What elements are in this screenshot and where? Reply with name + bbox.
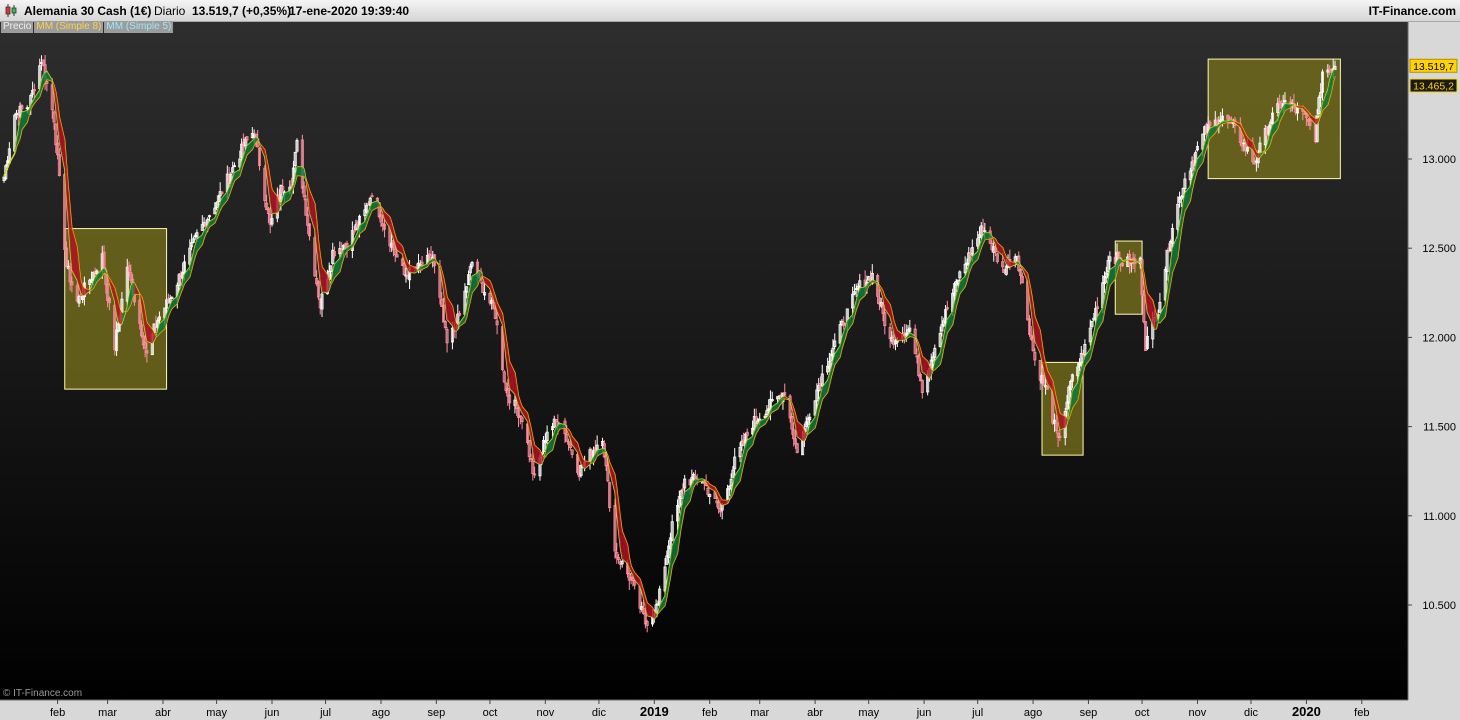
x-tick-label: feb (702, 707, 717, 719)
x-tick-label: dic (1244, 707, 1259, 719)
ma-fill (1315, 118, 1318, 125)
x-tick-label: may (858, 707, 879, 719)
x-tick-label: dic (592, 707, 607, 719)
x-tick-label: may (206, 707, 227, 719)
ma-simple-8-line (3, 75, 1336, 615)
y-tick-label: 11.000 (1423, 511, 1456, 523)
x-tick-label: sep (1080, 707, 1098, 719)
ma-fill (747, 436, 753, 451)
legend: Precio MM (Simple 8) MM (Simple 5) (1, 21, 174, 34)
copyright-label: © IT-Finance.com (3, 688, 83, 699)
x-tick-label: jul (319, 707, 331, 719)
x-tick-label: ago (1024, 707, 1042, 719)
y-tick-label: 12.000 (1422, 332, 1456, 344)
x-tick-label: feb (1354, 707, 1369, 719)
ma-fill (296, 166, 303, 176)
x-tick-label: 2020 (1292, 704, 1321, 719)
x-tick-label: oct (1135, 707, 1150, 719)
ma-fill (534, 445, 540, 465)
ma-price-label: 13.465,2 (1413, 81, 1454, 93)
y-tick-label: 12.500 (1422, 243, 1456, 255)
x-tick-label: 2019 (640, 704, 669, 719)
x-tick-label: mar (750, 707, 769, 719)
x-tick-label: abr (155, 707, 171, 719)
y-tick-label: 13.000 (1422, 154, 1456, 166)
candlestick-chart[interactable]: 10.500 11.000 11.500 12.000 12.500 13.000 feb… (0, 0, 1460, 720)
x-tick-label: feb (50, 707, 65, 719)
x-tick-label: abr (807, 707, 823, 719)
ma-fill (984, 232, 991, 240)
x-tick-label: nov (536, 707, 554, 719)
y-tick-label: 10.500 (1422, 600, 1456, 612)
ma-simple-5-line (3, 68, 1336, 620)
last-price-label: 13.519,7 (1413, 61, 1454, 73)
ma-fill (622, 531, 628, 564)
x-tick-label: ago (372, 707, 390, 719)
y-tick-label: 11.500 (1423, 422, 1456, 434)
x-tick-label: sep (427, 707, 445, 719)
x-tick-label: mar (98, 707, 117, 719)
legend-ma-simple-5[interactable]: MM (Simple 5) (104, 21, 174, 33)
x-tick-label: nov (1189, 707, 1207, 719)
ma-fill (1184, 186, 1191, 211)
x-tick-label: jul (971, 707, 983, 719)
x-tick-label: oct (483, 707, 498, 719)
y-axis-panel (1408, 22, 1460, 700)
x-tick-label: jun (264, 707, 280, 719)
x-tick-label: jun (916, 707, 932, 719)
legend-ma-simple-8[interactable]: MM (Simple 8) (34, 21, 104, 33)
legend-price[interactable]: Precio (1, 21, 34, 33)
ma-fill (284, 191, 290, 203)
